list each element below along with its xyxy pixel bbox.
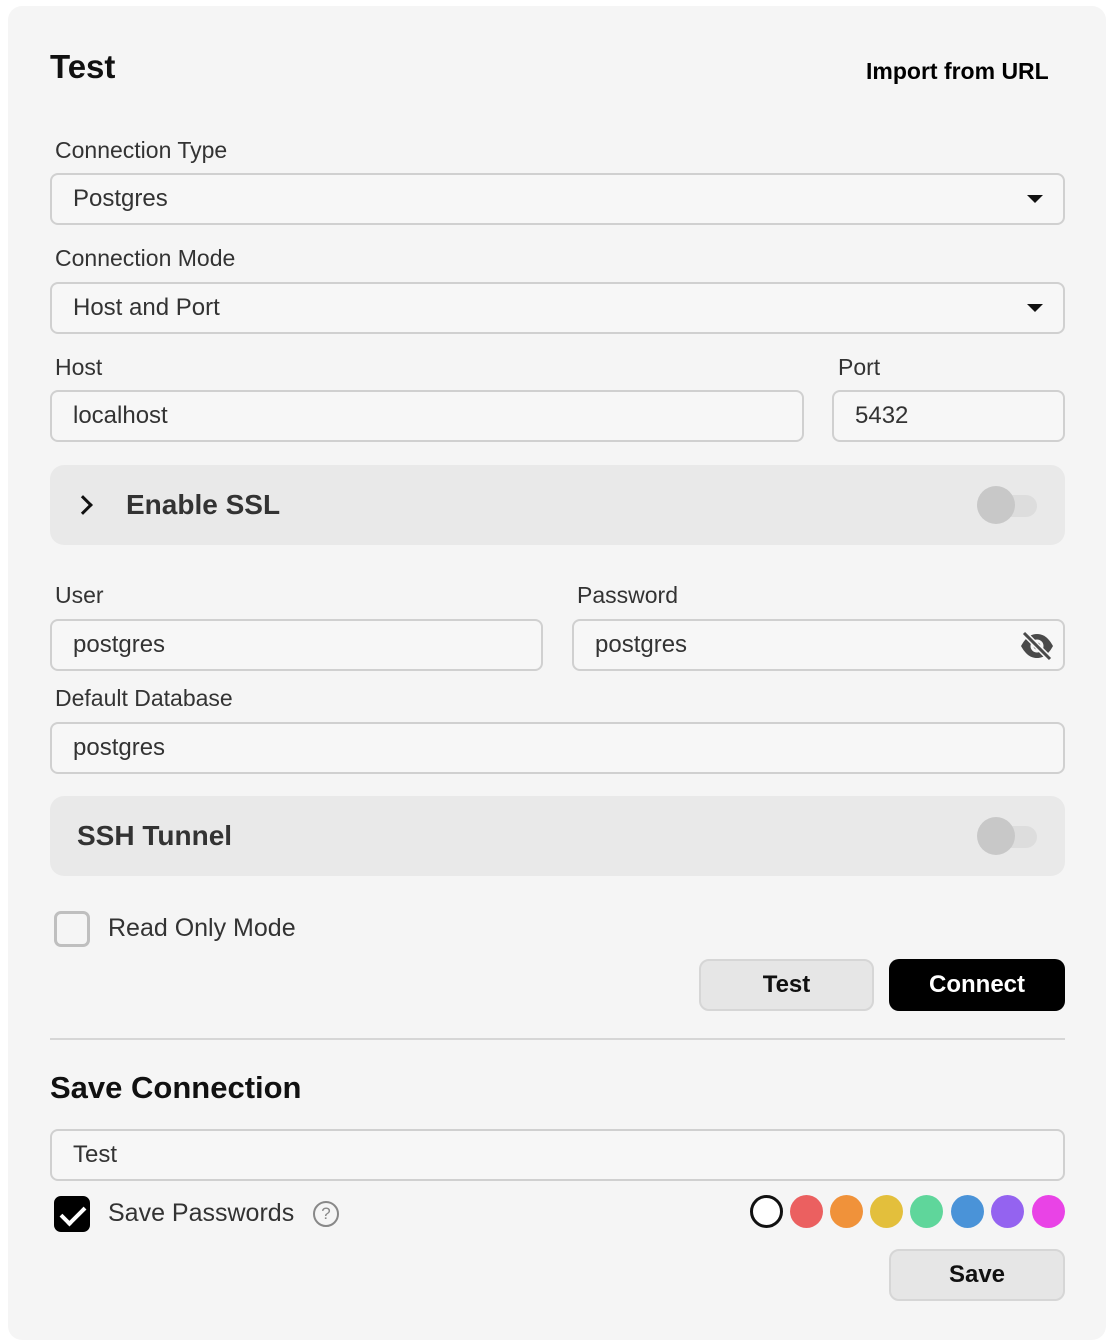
user-label: User (55, 582, 104, 608)
connection-type-select[interactable]: Postgres (50, 173, 1065, 225)
read-only-checkbox[interactable] (54, 911, 90, 947)
connection-mode-value: Host and Port (73, 294, 220, 321)
connection-name-value: Test (73, 1141, 118, 1168)
connection-mode-label: Connection Mode (55, 245, 236, 271)
color-swatch-purple[interactable] (991, 1195, 1024, 1228)
toggle-knob (977, 817, 1015, 855)
save-button[interactable]: Save (889, 1249, 1065, 1301)
connection-name-input[interactable]: Test (50, 1129, 1065, 1181)
page-title: Test (50, 48, 116, 85)
color-swatch-green[interactable] (910, 1195, 943, 1228)
color-swatch-red[interactable] (790, 1195, 823, 1228)
enable-ssl-panel[interactable]: Enable SSL (50, 465, 1065, 545)
connection-type-value: Postgres (73, 185, 168, 212)
user-value: postgres (73, 631, 166, 658)
save-passwords-label: Save Passwords (108, 1199, 295, 1227)
default-database-value: postgres (73, 734, 166, 761)
enable-ssl-title: Enable SSL (126, 489, 281, 520)
connection-type-label: Connection Type (55, 137, 228, 163)
enable-ssl-toggle[interactable] (977, 486, 1037, 524)
port-label: Port (838, 354, 881, 380)
host-label: Host (55, 354, 103, 380)
user-input[interactable]: postgres (50, 619, 543, 671)
ssh-tunnel-title: SSH Tunnel (77, 820, 233, 851)
password-value: postgres (595, 631, 688, 658)
caret-down-icon (1027, 304, 1043, 312)
help-icon[interactable]: ? (313, 1201, 339, 1227)
save-passwords-checkbox[interactable] (54, 1196, 90, 1232)
connection-form-card: Test Import from URL Connection Type Pos… (8, 6, 1106, 1340)
color-swatch-orange[interactable] (830, 1195, 863, 1228)
password-input[interactable]: postgres (572, 619, 1065, 671)
default-database-input[interactable]: postgres (50, 722, 1065, 774)
chevron-right-icon (73, 495, 93, 515)
caret-down-icon (1027, 195, 1043, 203)
ssh-tunnel-toggle[interactable] (977, 817, 1037, 855)
color-picker (748, 1194, 1068, 1230)
password-label: Password (577, 582, 678, 608)
read-only-label: Read Only Mode (108, 914, 296, 942)
section-divider (50, 1038, 1065, 1040)
test-button[interactable]: Test (699, 959, 874, 1011)
default-database-label: Default Database (55, 685, 233, 711)
import-from-url-link[interactable]: Import from URL (866, 58, 1056, 85)
color-swatch-yellow[interactable] (870, 1195, 903, 1228)
save-connection-title: Save Connection (50, 1070, 302, 1105)
color-swatch-blue[interactable] (951, 1195, 984, 1228)
connection-mode-select[interactable]: Host and Port (50, 282, 1065, 334)
color-swatch-pink[interactable] (1032, 1195, 1065, 1228)
ssh-tunnel-panel[interactable]: SSH Tunnel (50, 796, 1065, 876)
host-value: localhost (73, 402, 168, 429)
port-input[interactable]: 5432 (832, 390, 1065, 442)
color-swatch-none[interactable] (750, 1195, 783, 1228)
connect-button[interactable]: Connect (889, 959, 1065, 1011)
eye-off-icon[interactable] (1019, 631, 1055, 661)
host-input[interactable]: localhost (50, 390, 804, 442)
toggle-knob (977, 486, 1015, 524)
port-value: 5432 (855, 402, 909, 429)
